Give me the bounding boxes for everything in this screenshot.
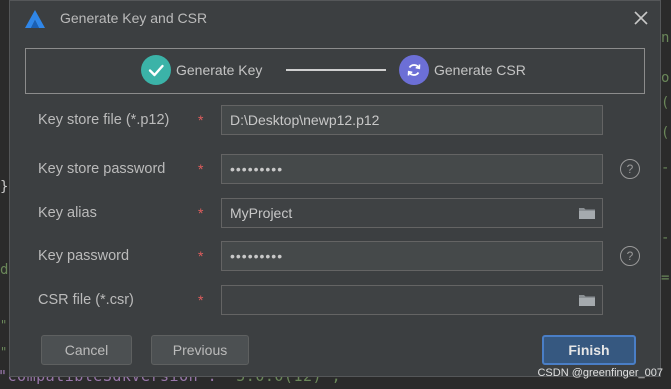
editor-right-fragment: - — [661, 230, 670, 246]
key-alias-label: Key alias — [38, 205, 97, 221]
required-marker: * — [198, 161, 204, 177]
folder-icon[interactable] — [578, 206, 596, 220]
csr-file-row: CSR file (*.csr) * — [10, 285, 660, 317]
keystore-file-label: Key store file (*.p12) — [38, 112, 170, 128]
key-password-help-icon[interactable]: ? — [620, 246, 640, 266]
keystore-password-input[interactable]: ••••••••• — [221, 154, 603, 184]
required-marker: * — [198, 248, 204, 264]
keystore-password-value: ••••••••• — [230, 161, 284, 177]
keystore-password-help-icon[interactable]: ? — [620, 159, 640, 179]
dialog-titlebar: Generate Key and CSR — [10, 1, 660, 37]
folder-icon[interactable] — [578, 293, 596, 307]
editor-right-fragment: n — [661, 30, 670, 46]
required-marker: * — [198, 292, 204, 308]
generate-key-csr-dialog: Generate Key and CSR Generate Key Genera… — [9, 0, 661, 377]
step-generate-csr-circle — [399, 55, 429, 85]
deveco-logo-icon — [25, 10, 45, 28]
csr-file-input[interactable] — [221, 285, 603, 315]
refresh-icon — [407, 64, 421, 76]
key-password-row: Key password * ••••••••• ? — [10, 241, 660, 273]
step-connector — [286, 69, 386, 71]
editor-text-fragment: " — [0, 318, 8, 332]
watermark-text: CSDN @greenfinger_007 — [537, 367, 663, 379]
editor-right-fragment: = — [661, 270, 670, 286]
key-alias-input[interactable]: MyProject — [221, 198, 603, 228]
key-alias-value: MyProject — [230, 205, 293, 221]
keystore-file-row: Key store file (*.p12) * D:\Desktop\newp… — [10, 105, 660, 137]
editor-right-fragment: ( — [661, 125, 670, 141]
key-password-label: Key password — [38, 248, 130, 264]
check-icon — [148, 64, 164, 77]
dialog-title: Generate Key and CSR — [60, 10, 208, 26]
editor-text-fragment: " — [0, 345, 8, 359]
editor-right-fragment: o — [661, 70, 670, 86]
csr-file-label: CSR file (*.csr) — [38, 292, 134, 308]
previous-button[interactable]: Previous — [151, 335, 249, 365]
key-password-input[interactable]: ••••••••• — [221, 241, 603, 271]
keystore-password-label: Key store password — [38, 161, 166, 177]
finish-button[interactable]: Finish — [542, 335, 636, 365]
key-alias-row: Key alias * MyProject — [10, 198, 660, 230]
editor-right-fragment: - — [661, 160, 670, 176]
editor-text-fragment: d — [0, 262, 9, 278]
editor-brace-text: } — [0, 179, 9, 195]
step-generate-csr-label: Generate CSR — [434, 62, 526, 78]
keystore-password-row: Key store password * ••••••••• ? — [10, 154, 660, 186]
required-marker: * — [198, 205, 204, 221]
close-icon[interactable] — [630, 7, 652, 29]
step-generate-key-label: Generate Key — [176, 62, 263, 78]
editor-right-fragment: ( — [661, 95, 670, 111]
keystore-file-input[interactable]: D:\Desktop\newp12.p12 — [221, 105, 603, 135]
wizard-steps: Generate Key Generate CSR — [25, 48, 645, 94]
step-generate-key-circle — [141, 55, 171, 85]
required-marker: * — [198, 112, 204, 128]
key-password-value: ••••••••• — [230, 248, 284, 264]
cancel-button[interactable]: Cancel — [41, 335, 132, 365]
